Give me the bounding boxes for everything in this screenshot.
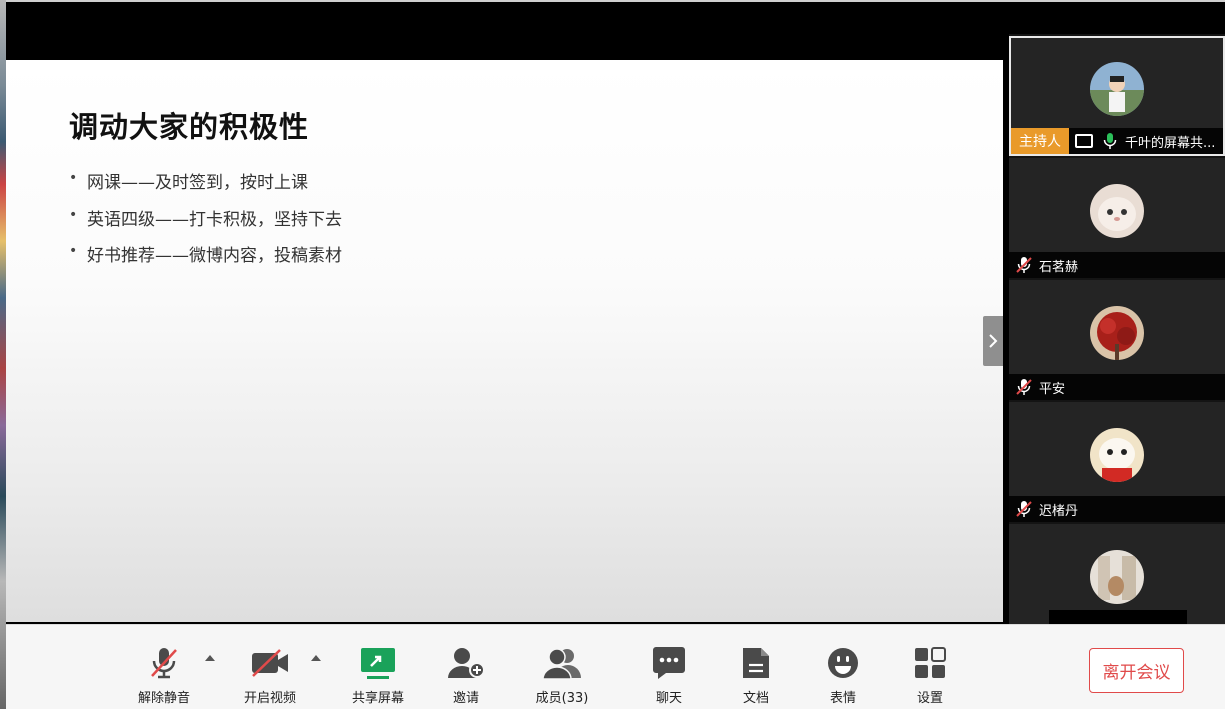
participant-name: 石茗赫 [1039, 259, 1079, 275]
participant-nameplate: 石茗赫 [1009, 252, 1225, 278]
slide-bullet: • 网课——及时签到，按时上课 [69, 170, 308, 193]
participant-name: 千叶的屏幕共... [1125, 135, 1216, 151]
settings-label: 设置 [916, 691, 943, 706]
emoji-label: 表情 [829, 691, 856, 706]
participant-panel: 主持人 千叶的屏幕共... 石茗赫 平安 迟楮丹 [1009, 34, 1225, 624]
unmute-label: 解除静音 [137, 691, 190, 706]
chevron-right-icon [989, 334, 998, 348]
slide-bullet-list: • 网课——及时签到，按时上课 • 英语四级——打卡积极，坚持下去 • 好书推荐——微… [69, 168, 342, 278]
participant-tile[interactable]: 主持人 千叶的屏幕共... [1009, 36, 1225, 156]
members-icon [527, 643, 597, 683]
mic-on-icon [1101, 132, 1119, 150]
invite-button[interactable]: 邀请 [431, 643, 501, 706]
participant-tile[interactable] [1009, 524, 1225, 624]
mic-muted-icon [1015, 256, 1033, 274]
settings-grid-icon [895, 643, 965, 683]
share-screen-button[interactable]: 共享屏幕 [343, 643, 413, 706]
participant-nameplate: 迟楮丹 [1009, 496, 1225, 522]
avatar [1090, 62, 1144, 116]
avatar [1090, 550, 1144, 604]
docs-button[interactable]: 文档 [721, 643, 791, 706]
participant-nameplate [1049, 610, 1187, 624]
avatar [1090, 306, 1144, 360]
share-screen-icon [343, 643, 413, 683]
host-badge: 主持人 [1011, 128, 1069, 154]
meeting-toolbar: 解除静音 开启视频 共享屏幕 邀请 成员(33) 聊天 文档 表情 设置 离开会… [6, 624, 1225, 709]
mic-muted-icon [129, 643, 199, 683]
slide-bullet: • 好书推荐——微博内容，投稿素材 [69, 243, 342, 266]
participant-tile[interactable]: 迟楮丹 [1009, 402, 1225, 522]
docs-label: 文档 [742, 691, 769, 706]
participant-nameplate: 平安 [1009, 374, 1225, 400]
members-label: 成员(33) [535, 691, 589, 706]
members-button[interactable]: 成员(33) [527, 643, 597, 706]
chat-icon [634, 643, 704, 683]
participant-name: 平安 [1039, 381, 1066, 397]
start-video-button[interactable]: 开启视频 [235, 643, 305, 706]
chat-label: 聊天 [655, 691, 682, 706]
share-screen-label: 共享屏幕 [351, 691, 404, 706]
start-video-label: 开启视频 [243, 691, 296, 706]
slide-title: 调动大家的积极性 [69, 110, 310, 144]
document-icon [721, 643, 791, 683]
collapse-panel-button[interactable] [983, 316, 1003, 366]
settings-button[interactable]: 设置 [895, 643, 965, 706]
mic-muted-icon [1015, 500, 1033, 518]
avatar [1090, 428, 1144, 482]
chat-button[interactable]: 聊天 [634, 643, 704, 706]
add-user-icon [431, 643, 501, 683]
video-off-icon [235, 643, 305, 683]
audio-options-caret-icon[interactable] [205, 655, 215, 661]
participant-tile[interactable]: 石茗赫 [1009, 158, 1225, 278]
leave-meeting-button[interactable]: 离开会议 [1089, 648, 1184, 693]
shared-screen-view: 调动大家的积极性 • 网课——及时签到，按时上课 • 英语四级——打卡积极，坚持下去… [6, 60, 1003, 622]
screen-share-icon [1075, 134, 1093, 148]
video-options-caret-icon[interactable] [311, 655, 321, 661]
invite-label: 邀请 [452, 691, 479, 706]
participant-name: 迟楮丹 [1039, 503, 1079, 519]
mic-muted-icon [1015, 378, 1033, 396]
emoji-icon [808, 643, 878, 683]
participant-tile[interactable]: 平安 [1009, 280, 1225, 400]
slide-bullet: • 英语四级——打卡积极，坚持下去 [69, 206, 342, 230]
participant-nameplate: 主持人 千叶的屏幕共... [1011, 128, 1223, 154]
unmute-button[interactable]: 解除静音 [129, 643, 199, 706]
avatar [1090, 184, 1144, 238]
emoji-button[interactable]: 表情 [808, 643, 878, 706]
